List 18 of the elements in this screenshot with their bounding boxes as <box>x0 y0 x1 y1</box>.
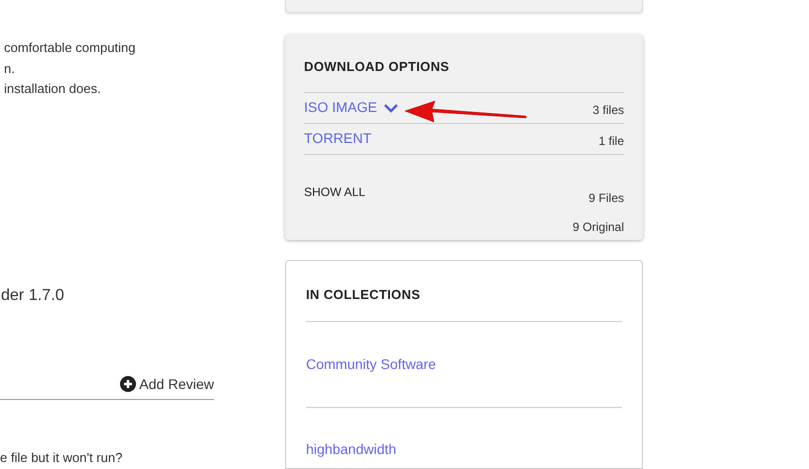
card-title: DOWNLOAD OPTIONS <box>304 58 450 76</box>
download-link[interactable]: ISO IMAGE <box>304 97 400 118</box>
collection-link[interactable]: Community Software <box>306 354 436 376</box>
collection-link[interactable]: highbandwidth <box>306 441 396 458</box>
review-question: e file but it won't run? <box>0 448 124 466</box>
file-count: 1 file <box>598 132 624 150</box>
download-link[interactable]: TORRENT <box>304 128 372 150</box>
add-review-button[interactable]: Add Review <box>120 374 214 394</box>
total-count: 9 Files <box>588 190 624 207</box>
card-title: IN COLLECTIONS <box>306 284 622 322</box>
total-count: 9 Original <box>572 218 624 236</box>
show-all-link[interactable]: SHOW ALL <box>304 182 366 236</box>
file-count: 3 files <box>592 102 624 119</box>
plus-circle-icon <box>120 376 136 392</box>
description-text: installation does. <box>3 80 102 98</box>
description-text: n. <box>3 60 16 78</box>
version-title: der 1.7.0 <box>0 286 66 306</box>
description-text: comfortable computing <box>3 39 137 57</box>
